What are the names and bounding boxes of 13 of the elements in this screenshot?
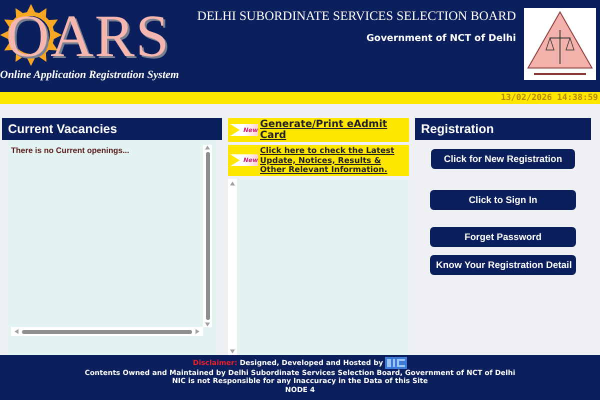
notice-link[interactable]: Generate/Print eAdmit Card bbox=[260, 119, 407, 141]
notice-link[interactable]: Click here to check the Latest Update, Notices, Results & Other Relevant Information. bbox=[260, 146, 407, 174]
panel-header: Registration bbox=[415, 118, 591, 140]
board-subtitle: Government of NCT of Delhi bbox=[366, 33, 516, 44]
vacancies-message: There is no Current openings... bbox=[11, 146, 130, 155]
registration-button[interactable]: Click for New Registration bbox=[431, 149, 575, 169]
board-title: DELHI SUBORDINATE SERVICES SELECTION BOARD bbox=[197, 8, 516, 24]
tagline: Online Application Registration System bbox=[0, 68, 179, 82]
panel-header: Current Vacancies bbox=[2, 118, 222, 140]
registration-button[interactable]: Click to Sign In bbox=[430, 190, 576, 210]
registration-button[interactable]: Forget Password bbox=[430, 227, 576, 247]
date-time: 13/02/2026 14:38:59 bbox=[500, 93, 598, 103]
registration-button[interactable]: Know Your Registration Detail bbox=[430, 255, 576, 275]
